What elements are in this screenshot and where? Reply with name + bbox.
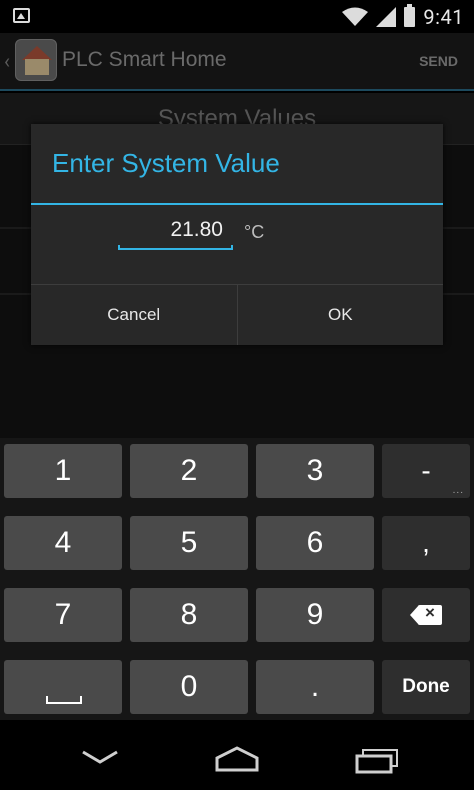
up-chevron-icon[interactable]: ‹ [4, 49, 10, 73]
recent-apps-icon[interactable] [354, 746, 400, 774]
ok-button[interactable]: OK [238, 285, 444, 345]
key-1[interactable]: 1 [4, 444, 122, 498]
key-6[interactable]: 6 [256, 516, 374, 570]
key-comma[interactable]: , [382, 516, 470, 570]
dialog-title-divider [31, 203, 443, 205]
home-icon[interactable] [214, 746, 260, 772]
space-key[interactable] [4, 660, 122, 714]
done-key[interactable]: Done [382, 660, 470, 714]
value-dialog: Enter System Value 21.80 °C Cancel OK [31, 124, 443, 345]
key-3[interactable]: 3 [256, 444, 374, 498]
app-title: PLC Smart Home [62, 48, 227, 71]
key-minus[interactable]: - ... [382, 444, 470, 498]
key-9[interactable]: 9 [256, 588, 374, 642]
key-0[interactable]: 0 [130, 660, 248, 714]
status-icons: 9:41 [342, 3, 464, 29]
signal-icon [376, 6, 397, 27]
key-5[interactable]: 5 [130, 516, 248, 570]
battery-icon [404, 3, 416, 27]
status-time: 9:41 [423, 4, 464, 29]
numeric-keyboard: 1 2 3 - ... 4 5 6 , 7 8 9 × 0 . Done [0, 438, 474, 720]
space-icon [46, 696, 82, 704]
value-input[interactable]: 21.80 [118, 214, 233, 250]
key-minus-label: - [421, 455, 431, 486]
navigation-bar [0, 720, 474, 790]
action-bar: ‹ PLC Smart Home SEND [0, 33, 474, 91]
key-8[interactable]: 8 [130, 588, 248, 642]
image-icon [13, 8, 30, 23]
cancel-button[interactable]: Cancel [31, 285, 238, 345]
wifi-icon [342, 7, 369, 26]
key-period[interactable]: . [256, 660, 374, 714]
key-minus-hint: ... [452, 485, 464, 496]
house-icon[interactable] [15, 39, 57, 81]
key-2[interactable]: 2 [130, 444, 248, 498]
backspace-icon: × [410, 603, 442, 625]
unit-label: °C [244, 222, 265, 242]
key-7[interactable]: 7 [4, 588, 122, 642]
dialog-button-bar: Cancel OK [31, 284, 443, 345]
value-input-underline [118, 245, 233, 250]
dialog-title: Enter System Value [52, 148, 280, 178]
value-input-text[interactable]: 21.80 [170, 218, 223, 242]
status-bar: 9:41 [0, 0, 474, 33]
back-icon[interactable] [80, 742, 120, 766]
key-4[interactable]: 4 [4, 516, 122, 570]
send-button[interactable]: SEND [419, 53, 458, 69]
done-key-label: Done [402, 676, 450, 697]
backspace-key[interactable]: × [382, 588, 470, 642]
